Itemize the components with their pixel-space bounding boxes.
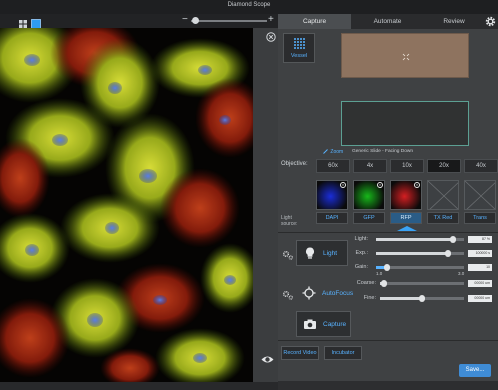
window-title: Diamond Scope bbox=[227, 2, 271, 8]
save-button[interactable]: Save... bbox=[459, 364, 491, 377]
exposure-label: Exp.: bbox=[355, 250, 368, 256]
filter-dapi-button[interactable]: DAPI bbox=[316, 212, 348, 224]
viewer-bottom-bar bbox=[0, 382, 278, 390]
tab-automate[interactable]: Automate bbox=[351, 14, 424, 29]
remove-filter-icon[interactable]: × bbox=[340, 182, 346, 188]
light-intensity-value[interactable]: 87 % bbox=[468, 236, 492, 243]
light-source-label-line2: source: bbox=[281, 221, 298, 227]
light-settings-gears-icon[interactable] bbox=[282, 250, 294, 260]
objective-40x[interactable]: 40x bbox=[464, 159, 498, 173]
filter-rfp-button[interactable]: RFP bbox=[390, 212, 422, 224]
light-intensity-thumb[interactable] bbox=[450, 236, 456, 243]
light-intensity-label: Light: bbox=[354, 236, 368, 242]
record-video-button[interactable]: Record Video bbox=[281, 346, 319, 360]
eye-icon[interactable] bbox=[261, 351, 274, 363]
zoom-slider[interactable] bbox=[191, 20, 267, 22]
zoom-slider-thumb[interactable] bbox=[192, 17, 199, 24]
autofocus-settings-gears-icon[interactable] bbox=[282, 290, 294, 300]
focus-crosshair-icon bbox=[302, 286, 316, 300]
fine-focus-value[interactable]: 00000 um bbox=[468, 295, 492, 302]
gain-min-tick: 1.0 bbox=[376, 271, 383, 276]
app-window: Diamond Scope − + Capture Automate Revie… bbox=[0, 0, 498, 390]
settings-gear-icon[interactable] bbox=[484, 15, 497, 28]
close-image-icon[interactable] bbox=[266, 29, 276, 42]
coarse-focus-value[interactable]: 00000 um bbox=[468, 280, 492, 287]
camera-icon bbox=[304, 319, 316, 329]
lightbulb-icon bbox=[306, 247, 314, 259]
objective-label: Objective: bbox=[281, 161, 308, 167]
zoom-link[interactable]: Zoom bbox=[323, 149, 343, 155]
microscope-image-view[interactable] bbox=[0, 28, 253, 382]
zoom-link-text: Zoom bbox=[330, 149, 344, 155]
autofocus-button[interactable]: AutoFocus bbox=[296, 281, 354, 307]
light-intensity-fill bbox=[376, 238, 453, 241]
vessel-grid-icon bbox=[294, 38, 305, 49]
empty-slot-icon bbox=[428, 181, 458, 209]
filter-trans-button[interactable]: Trans bbox=[464, 212, 496, 224]
divider bbox=[278, 232, 498, 233]
objective-60x[interactable]: 60x bbox=[316, 159, 350, 173]
exposure-thumb[interactable] bbox=[445, 250, 451, 257]
fine-focus-label: Fine: bbox=[363, 295, 376, 301]
pencil-icon bbox=[323, 149, 328, 155]
objective-20x[interactable]: 20x bbox=[427, 159, 461, 173]
filter-gfp-button[interactable]: GFP bbox=[353, 212, 385, 224]
zoom-in-button[interactable]: + bbox=[268, 14, 274, 26]
gain-thumb[interactable] bbox=[384, 264, 390, 271]
filter-cube-dapi[interactable]: × bbox=[316, 180, 348, 210]
capture-button[interactable]: Capture bbox=[296, 311, 351, 337]
crosshair-icon bbox=[402, 53, 410, 61]
coarse-focus-slider[interactable] bbox=[380, 282, 464, 285]
light-source-label: Light source: bbox=[281, 215, 297, 227]
title-bar: Diamond Scope bbox=[0, 0, 498, 14]
tab-capture[interactable]: Capture bbox=[278, 14, 351, 29]
gain-max-tick: 3.0 bbox=[458, 271, 465, 276]
filter-txred-button[interactable]: TX Red bbox=[427, 212, 459, 224]
capture-button-label: Capture bbox=[323, 321, 347, 328]
slide-caption: Generic Slide - Facing Down bbox=[352, 149, 414, 154]
filter-cube-rfp[interactable]: × bbox=[390, 180, 422, 210]
light-button[interactable]: Light bbox=[296, 240, 348, 266]
vessel-button[interactable]: Vessel bbox=[283, 33, 315, 63]
divider bbox=[278, 340, 498, 341]
selected-filter-indicator bbox=[397, 226, 417, 231]
exposure-value[interactable]: 100000 s bbox=[468, 250, 492, 257]
vessel-label: Vessel bbox=[290, 53, 308, 59]
objective-10x[interactable]: 10x bbox=[390, 159, 424, 173]
objective-4x[interactable]: 4x bbox=[353, 159, 387, 173]
view-toolbar: − + bbox=[0, 14, 278, 29]
grid-view-icon[interactable] bbox=[18, 16, 28, 28]
slide-preview[interactable] bbox=[341, 101, 469, 146]
filter-cube-gfp[interactable]: × bbox=[353, 180, 385, 210]
tab-review[interactable]: Review bbox=[424, 14, 484, 29]
autofocus-button-label: AutoFocus bbox=[322, 290, 354, 297]
empty-slot-icon bbox=[465, 181, 495, 209]
gain-value[interactable]: 10 bbox=[468, 264, 492, 271]
mode-tabs: Capture Automate Review bbox=[278, 14, 498, 29]
coarse-focus-thumb[interactable] bbox=[381, 280, 387, 287]
coarse-focus-label: Coarse: bbox=[356, 280, 376, 286]
zoom-out-button[interactable]: − bbox=[182, 14, 188, 26]
status-bar bbox=[278, 381, 498, 390]
gain-label: Gain: bbox=[354, 264, 368, 270]
filter-cube-empty[interactable] bbox=[464, 180, 496, 210]
filter-cube-empty[interactable] bbox=[427, 180, 459, 210]
slide-map[interactable] bbox=[341, 33, 469, 78]
light-button-label: Light bbox=[323, 250, 338, 257]
remove-filter-icon[interactable]: × bbox=[377, 182, 383, 188]
microscope-image bbox=[0, 28, 253, 382]
viewer-side-rail bbox=[253, 28, 278, 382]
exposure-fill bbox=[376, 252, 448, 255]
fine-focus-fill bbox=[380, 297, 422, 300]
incubator-button[interactable]: Incubator bbox=[324, 346, 362, 360]
single-view-icon[interactable] bbox=[31, 16, 41, 29]
fine-focus-thumb[interactable] bbox=[419, 295, 425, 302]
remove-filter-icon[interactable]: × bbox=[414, 182, 420, 188]
